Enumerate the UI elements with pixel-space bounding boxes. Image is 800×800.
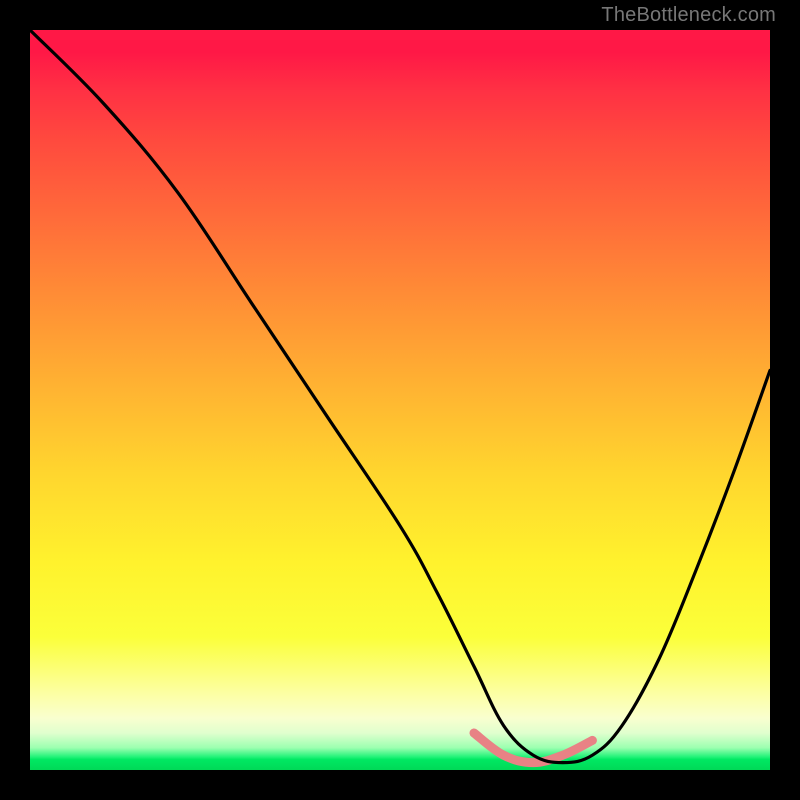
curve-layer bbox=[30, 30, 770, 770]
plot-area bbox=[30, 30, 770, 770]
highlight-minimum-segment bbox=[474, 733, 592, 763]
bottleneck-curve-path bbox=[30, 30, 770, 763]
chart-frame: TheBottleneck.com bbox=[0, 0, 800, 800]
watermark-text: TheBottleneck.com bbox=[601, 4, 776, 27]
